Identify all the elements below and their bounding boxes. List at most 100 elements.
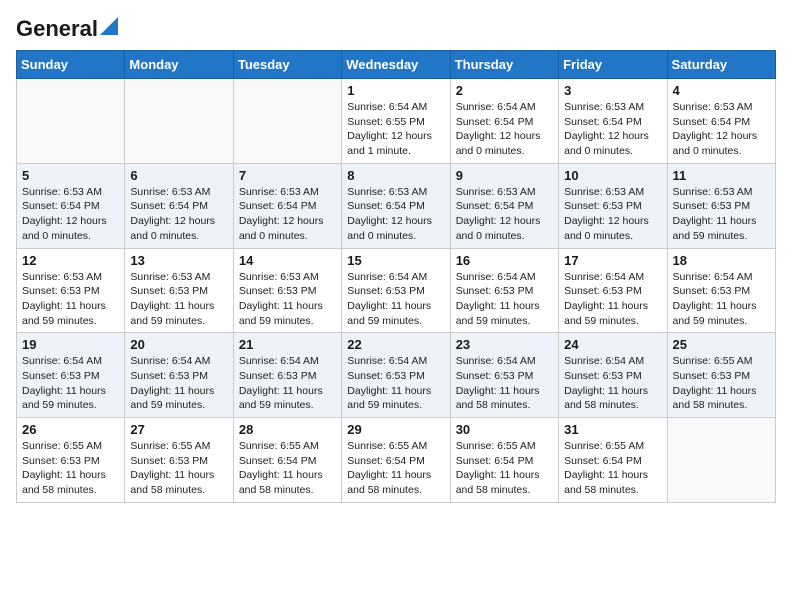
day-info: Sunrise: 6:54 AM Sunset: 6:53 PM Dayligh… [347,270,444,329]
calendar-week-1: 1 Sunrise: 6:54 AM Sunset: 6:55 PM Daylig… [17,79,776,164]
day-info: Sunrise: 6:53 AM Sunset: 6:53 PM Dayligh… [564,185,661,244]
day-info: Sunrise: 6:55 AM Sunset: 6:54 PM Dayligh… [347,439,444,498]
calendar-cell: 9 Sunrise: 6:53 AM Sunset: 6:54 PM Daylig… [450,163,558,248]
day-info: Sunrise: 6:55 AM Sunset: 6:54 PM Dayligh… [239,439,336,498]
day-info: Sunrise: 6:53 AM Sunset: 6:54 PM Dayligh… [130,185,227,244]
logo-general: General [16,16,98,42]
calendar-cell: 12Sunrise: 6:53 AM Sunset: 6:53 PM Dayli… [17,248,125,333]
day-number: 18 [673,253,770,268]
day-number: 1 [347,83,444,98]
calendar-cell: 3 Sunrise: 6:53 AM Sunset: 6:54 PM Daylig… [559,79,667,164]
day-info: Sunrise: 6:53 AM Sunset: 6:53 PM Dayligh… [130,270,227,329]
day-number: 21 [239,337,336,352]
day-info: Sunrise: 6:55 AM Sunset: 6:53 PM Dayligh… [22,439,119,498]
day-info: Sunrise: 6:55 AM Sunset: 6:53 PM Dayligh… [130,439,227,498]
day-number: 15 [347,253,444,268]
calendar-cell: 15 Sunrise: 6:54 AM Sunset: 6:53 PM Dayli… [342,248,450,333]
calendar-cell: 14 Sunrise: 6:53 AM Sunset: 6:53 PM Dayli… [233,248,341,333]
calendar-cell: 26 Sunrise: 6:55 AM Sunset: 6:53 PM Dayli… [17,418,125,503]
day-number: 25 [673,337,770,352]
calendar-week-2: 5 Sunrise: 6:53 AM Sunset: 6:54 PM Daylig… [17,163,776,248]
day-info: Sunrise: 6:54 AM Sunset: 6:53 PM Dayligh… [673,270,770,329]
day-info: Sunrise: 6:54 AM Sunset: 6:55 PM Dayligh… [347,100,444,159]
calendar-week-3: 12Sunrise: 6:53 AM Sunset: 6:53 PM Dayli… [17,248,776,333]
calendar-cell: 7 Sunrise: 6:53 AM Sunset: 6:54 PM Daylig… [233,163,341,248]
day-info: Sunrise: 6:54 AM Sunset: 6:53 PM Dayligh… [22,354,119,413]
calendar-cell: 1 Sunrise: 6:54 AM Sunset: 6:55 PM Daylig… [342,79,450,164]
calendar-cell: 18 Sunrise: 6:54 AM Sunset: 6:53 PM Dayli… [667,248,775,333]
calendar-cell: 2 Sunrise: 6:54 AM Sunset: 6:54 PM Daylig… [450,79,558,164]
day-info: Sunrise: 6:54 AM Sunset: 6:53 PM Dayligh… [564,354,661,413]
calendar-cell: 29 Sunrise: 6:55 AM Sunset: 6:54 PM Dayli… [342,418,450,503]
calendar-cell: 28 Sunrise: 6:55 AM Sunset: 6:54 PM Dayli… [233,418,341,503]
day-info: Sunrise: 6:54 AM Sunset: 6:53 PM Dayligh… [239,354,336,413]
day-info: Sunrise: 6:53 AM Sunset: 6:54 PM Dayligh… [673,100,770,159]
calendar-table: SundayMondayTuesdayWednesdayThursdayFrid… [16,50,776,503]
weekday-header-friday: Friday [559,51,667,79]
day-info: Sunrise: 6:53 AM Sunset: 6:54 PM Dayligh… [347,185,444,244]
day-number: 30 [456,422,553,437]
day-info: Sunrise: 6:53 AM Sunset: 6:53 PM Dayligh… [22,270,119,329]
weekday-header-saturday: Saturday [667,51,775,79]
day-number: 22 [347,337,444,352]
day-number: 29 [347,422,444,437]
calendar-cell: 16 Sunrise: 6:54 AM Sunset: 6:53 PM Dayli… [450,248,558,333]
day-info: Sunrise: 6:53 AM Sunset: 6:54 PM Dayligh… [22,185,119,244]
day-number: 28 [239,422,336,437]
day-number: 24 [564,337,661,352]
day-number: 2 [456,83,553,98]
calendar-cell: 5 Sunrise: 6:53 AM Sunset: 6:54 PM Daylig… [17,163,125,248]
day-number: 3 [564,83,661,98]
calendar-cell: 27 Sunrise: 6:55 AM Sunset: 6:53 PM Dayli… [125,418,233,503]
day-info: Sunrise: 6:54 AM Sunset: 6:53 PM Dayligh… [456,354,553,413]
day-info: Sunrise: 6:53 AM Sunset: 6:54 PM Dayligh… [239,185,336,244]
day-number: 5 [22,168,119,183]
day-info: Sunrise: 6:53 AM Sunset: 6:54 PM Dayligh… [564,100,661,159]
calendar-cell: 19Sunrise: 6:54 AM Sunset: 6:53 PM Dayli… [17,333,125,418]
calendar-cell: 24 Sunrise: 6:54 AM Sunset: 6:53 PM Dayli… [559,333,667,418]
logo-triangle-icon [100,17,118,35]
calendar-cell [125,79,233,164]
day-info: Sunrise: 6:53 AM Sunset: 6:53 PM Dayligh… [673,185,770,244]
day-info: Sunrise: 6:54 AM Sunset: 6:54 PM Dayligh… [456,100,553,159]
day-number: 4 [673,83,770,98]
day-info: Sunrise: 6:54 AM Sunset: 6:53 PM Dayligh… [564,270,661,329]
calendar-cell: 11 Sunrise: 6:53 AM Sunset: 6:53 PM Dayli… [667,163,775,248]
day-number: 17 [564,253,661,268]
day-number: 27 [130,422,227,437]
day-info: Sunrise: 6:54 AM Sunset: 6:53 PM Dayligh… [347,354,444,413]
day-info: Sunrise: 6:53 AM Sunset: 6:53 PM Dayligh… [239,270,336,329]
day-number: 6 [130,168,227,183]
day-info: Sunrise: 6:55 AM Sunset: 6:54 PM Dayligh… [456,439,553,498]
weekday-header-wednesday: Wednesday [342,51,450,79]
day-info: Sunrise: 6:54 AM Sunset: 6:53 PM Dayligh… [130,354,227,413]
calendar-cell: 22 Sunrise: 6:54 AM Sunset: 6:53 PM Dayli… [342,333,450,418]
calendar-cell: 30 Sunrise: 6:55 AM Sunset: 6:54 PM Dayli… [450,418,558,503]
calendar-cell: 31Sunrise: 6:55 AM Sunset: 6:54 PM Dayli… [559,418,667,503]
calendar-week-4: 19Sunrise: 6:54 AM Sunset: 6:53 PM Dayli… [17,333,776,418]
weekday-header-thursday: Thursday [450,51,558,79]
day-number: 8 [347,168,444,183]
day-number: 11 [673,168,770,183]
calendar-cell: 23 Sunrise: 6:54 AM Sunset: 6:53 PM Dayli… [450,333,558,418]
day-number: 14 [239,253,336,268]
day-number: 9 [456,168,553,183]
day-number: 23 [456,337,553,352]
day-number: 26 [22,422,119,437]
calendar-week-5: 26 Sunrise: 6:55 AM Sunset: 6:53 PM Dayli… [17,418,776,503]
calendar-cell: 8 Sunrise: 6:53 AM Sunset: 6:54 PM Daylig… [342,163,450,248]
calendar-cell: 20Sunrise: 6:54 AM Sunset: 6:53 PM Dayli… [125,333,233,418]
day-number: 7 [239,168,336,183]
page-header: General [16,16,776,38]
day-number: 16 [456,253,553,268]
day-number: 31 [564,422,661,437]
calendar-cell: 4 Sunrise: 6:53 AM Sunset: 6:54 PM Daylig… [667,79,775,164]
calendar-cell: 10 Sunrise: 6:53 AM Sunset: 6:53 PM Dayli… [559,163,667,248]
calendar-cell [233,79,341,164]
day-info: Sunrise: 6:54 AM Sunset: 6:53 PM Dayligh… [456,270,553,329]
weekday-header-monday: Monday [125,51,233,79]
calendar-cell: 17 Sunrise: 6:54 AM Sunset: 6:53 PM Dayli… [559,248,667,333]
weekday-header-row: SundayMondayTuesdayWednesdayThursdayFrid… [17,51,776,79]
day-info: Sunrise: 6:53 AM Sunset: 6:54 PM Dayligh… [456,185,553,244]
day-number: 10 [564,168,661,183]
